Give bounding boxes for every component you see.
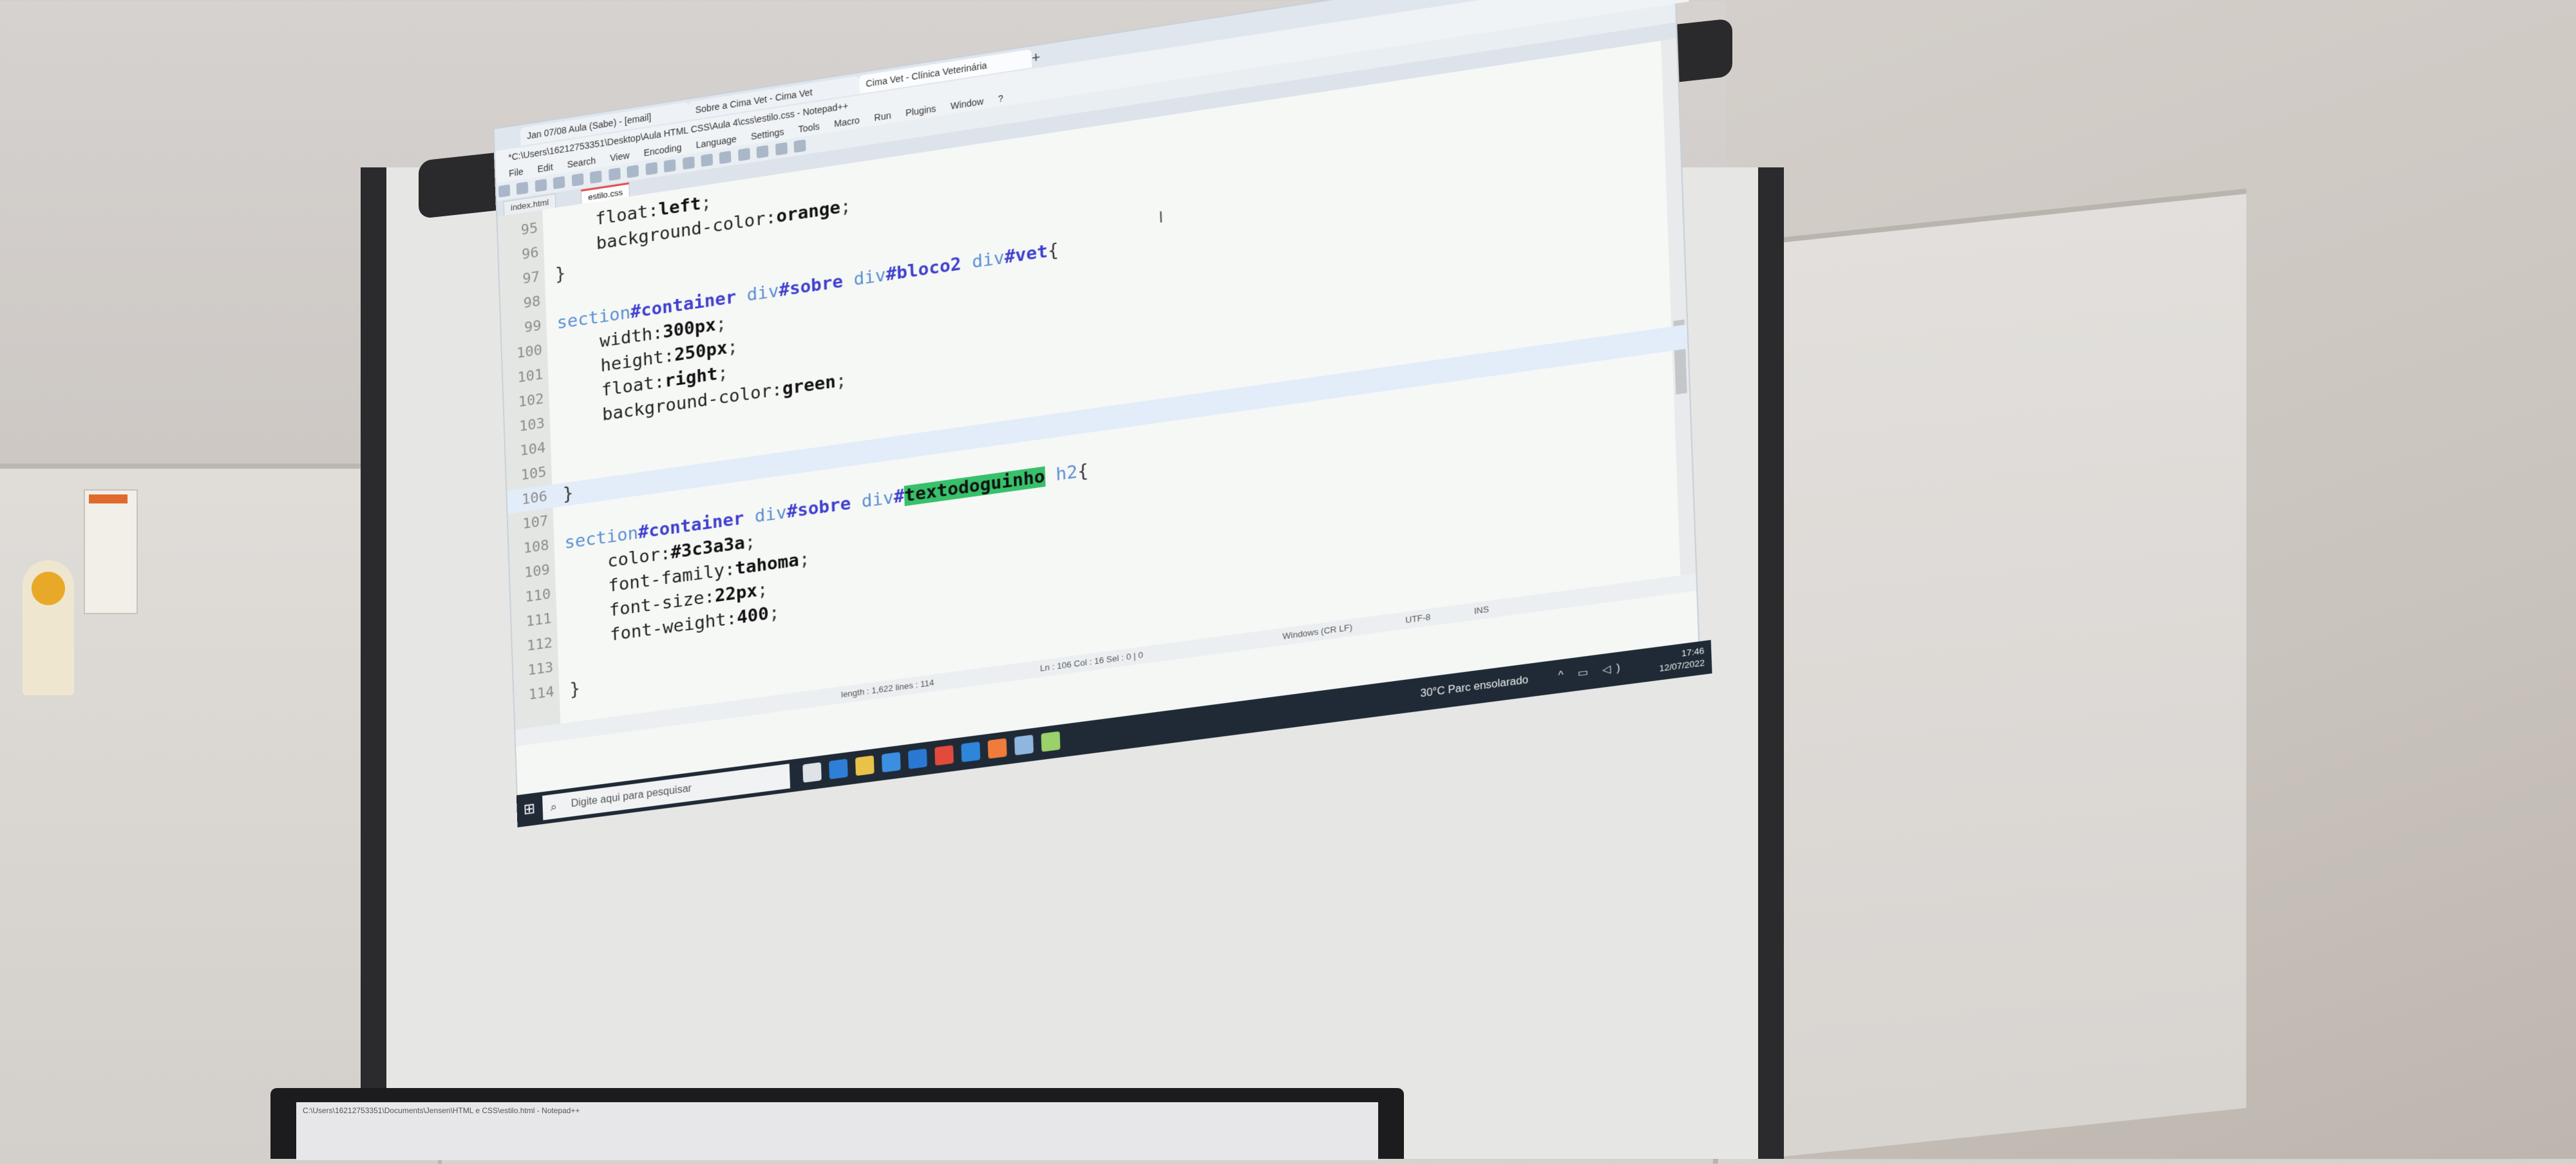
cut-icon[interactable] <box>608 167 621 182</box>
code-token: ; <box>799 549 810 570</box>
code-token: left <box>658 193 702 220</box>
new-tab-button[interactable]: + <box>1031 48 1041 67</box>
windows-start-icon[interactable]: ⊞ <box>523 800 539 818</box>
search-icon: ⌕ <box>550 800 558 814</box>
code-token: # <box>893 485 905 508</box>
code-token: ; <box>715 313 727 335</box>
code-text: } <box>562 482 574 506</box>
new-file-icon[interactable] <box>498 184 511 198</box>
paste-icon[interactable] <box>645 162 658 176</box>
print-icon[interactable] <box>590 170 602 184</box>
code-token: #vet <box>1004 241 1048 268</box>
wall-poster <box>84 489 138 614</box>
whiteboard-right <box>1713 188 2246 1164</box>
code-token: div <box>735 281 779 308</box>
code-token: div <box>960 247 1005 274</box>
menu-help[interactable]: ? <box>998 93 1004 104</box>
code-token: 300px <box>662 314 717 343</box>
search-placeholder: Digite aqui para pesquisar <box>571 783 692 810</box>
open-file-icon[interactable] <box>516 182 529 195</box>
code-token: div <box>743 502 788 529</box>
record-macro-icon[interactable] <box>775 142 788 156</box>
task-view-icon[interactable] <box>802 762 822 783</box>
zoom-out-icon[interactable] <box>756 145 769 159</box>
code-token: green <box>782 371 837 400</box>
firefox-icon[interactable] <box>987 738 1007 759</box>
code-token: { <box>1047 239 1059 262</box>
code-token: { <box>1077 460 1089 482</box>
projected-desktop: Jan 07/08 Aula (Sabe) - [email] Sobre a … <box>489 0 1714 866</box>
monitor-screen: C:\Users\16212753351\Documents\Jensen\HT… <box>296 1102 1378 1160</box>
play-macro-icon[interactable] <box>793 139 806 153</box>
store-icon[interactable] <box>881 751 901 773</box>
undo-icon[interactable] <box>663 159 676 173</box>
code-token: ; <box>835 370 847 392</box>
save-icon[interactable] <box>535 178 547 192</box>
menu-run[interactable]: Run <box>874 110 891 123</box>
code-token: ; <box>840 196 851 218</box>
code-text: } <box>569 677 581 702</box>
mail-icon[interactable] <box>908 748 927 769</box>
replace-icon[interactable] <box>719 151 732 164</box>
code-token: } <box>569 678 581 700</box>
code-token: div <box>842 265 887 292</box>
redo-icon[interactable] <box>682 156 695 170</box>
vscode-icon[interactable] <box>961 741 981 762</box>
menu-edit[interactable]: Edit <box>537 162 553 174</box>
code-token: div <box>850 487 895 514</box>
notepad-plus-plus-icon[interactable] <box>1041 731 1061 752</box>
menu-macro[interactable]: Macro <box>834 115 860 129</box>
code-token: 22px <box>714 580 758 606</box>
code-token: ; <box>700 192 712 214</box>
copy-icon[interactable] <box>627 164 639 178</box>
code-token: ; <box>717 362 729 384</box>
code-token: } <box>562 483 574 505</box>
file-explorer-icon[interactable] <box>855 755 875 776</box>
code-token: right <box>664 364 718 392</box>
code-token: ; <box>768 602 780 624</box>
status-encoding: UTF-8 <box>1405 612 1431 625</box>
menu-file[interactable]: File <box>509 166 524 178</box>
code-token: h2 <box>1045 462 1078 487</box>
menu-view[interactable]: View <box>610 150 630 164</box>
code-token: ; <box>726 336 739 358</box>
line-number: 114 <box>528 684 554 704</box>
close-file-icon[interactable] <box>571 173 584 187</box>
zoom-in-icon[interactable] <box>737 147 750 162</box>
code-token: 400 <box>736 603 770 628</box>
monitor-window-title: C:\Users\16212753351\Documents\Jensen\HT… <box>303 1106 580 1115</box>
code-token: 250px <box>674 337 728 366</box>
code-token: ; <box>744 531 756 553</box>
code-token: } <box>554 263 566 285</box>
menu-search[interactable]: Search <box>567 155 596 170</box>
menu-tools[interactable]: Tools <box>798 121 820 135</box>
save-all-icon[interactable] <box>553 176 565 190</box>
taskbar-clock[interactable]: 17:46 12/07/2022 <box>1641 645 1705 677</box>
code-text: } <box>554 262 566 286</box>
edge-icon[interactable] <box>829 758 848 780</box>
menu-plugins[interactable]: Plugins <box>905 103 936 118</box>
notes-icon[interactable] <box>1014 735 1034 756</box>
code-token: ; <box>757 579 769 601</box>
chrome-icon[interactable] <box>934 745 954 766</box>
find-icon[interactable] <box>701 153 714 167</box>
wall-badge <box>23 560 74 695</box>
status-insert-mode: INS <box>1473 604 1490 616</box>
foreground-monitor: C:\Users\16212753351\Documents\Jensen\HT… <box>270 1088 1404 1160</box>
